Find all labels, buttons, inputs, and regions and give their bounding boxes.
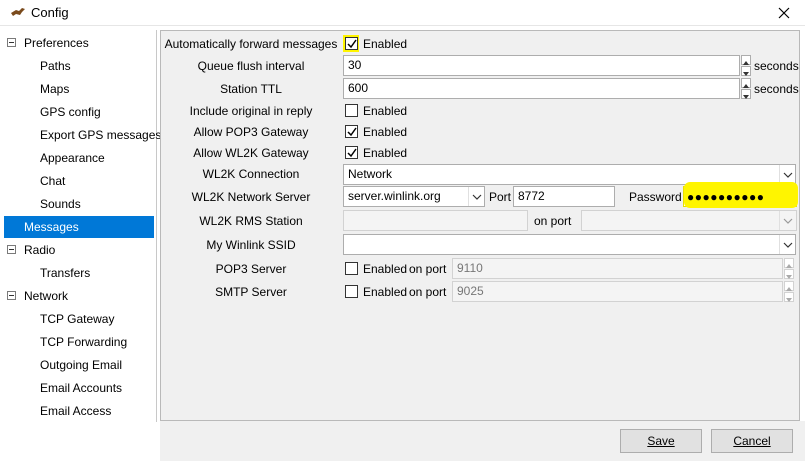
include-original-enabled-label: Enabled bbox=[363, 104, 408, 118]
auto-forward-label: Automatically forward messages bbox=[164, 37, 338, 51]
chevron-down-icon bbox=[783, 242, 792, 248]
cancel-button-label: Cancel bbox=[733, 434, 771, 448]
tree-item-gps-config[interactable]: GPS config bbox=[40, 101, 101, 123]
allow-pop3-enabled-label: Enabled bbox=[363, 125, 408, 139]
tree-item-email-accounts[interactable]: Email Accounts bbox=[40, 377, 122, 399]
dialog-button-bar: Save Cancel bbox=[160, 421, 805, 461]
settings-tree: Preferences Paths Maps GPS config Export… bbox=[0, 30, 161, 422]
pop3-port-spinner[interactable] bbox=[784, 258, 794, 279]
spin-down-icon bbox=[743, 72, 749, 76]
queue-flush-label: Queue flush interval bbox=[197, 59, 305, 73]
close-icon bbox=[778, 7, 790, 19]
wl2k-server-dropdown-button[interactable] bbox=[468, 187, 484, 206]
allow-wl2k-enabled-label: Enabled bbox=[363, 146, 408, 160]
chevron-down-icon bbox=[783, 218, 792, 224]
queue-flush-input[interactable]: 30 bbox=[343, 55, 740, 76]
queue-flush-spinner[interactable] bbox=[741, 55, 751, 76]
smtp-port-input[interactable]: 9025 bbox=[452, 281, 783, 302]
wl2k-server-label: WL2K Network Server bbox=[191, 190, 311, 204]
spin-down-icon bbox=[786, 298, 792, 302]
pop3-server-label: POP3 Server bbox=[215, 262, 287, 276]
wl2k-connection-value: Network bbox=[348, 167, 393, 181]
station-ttl-spinner[interactable] bbox=[741, 78, 751, 99]
wl2k-rms-port-select[interactable] bbox=[581, 210, 797, 231]
wl2k-rms-label: WL2K RMS Station bbox=[199, 214, 303, 228]
check-icon bbox=[347, 127, 357, 137]
tree-item-appearance[interactable]: Appearance bbox=[40, 147, 105, 169]
collapse-icon[interactable] bbox=[7, 245, 16, 254]
smtp-server-checkbox[interactable] bbox=[345, 285, 358, 298]
wl2k-rms-input[interactable] bbox=[343, 210, 528, 231]
tree-item-sounds[interactable]: Sounds bbox=[40, 193, 81, 215]
smtp-enabled-label: Enabled bbox=[363, 285, 408, 299]
wl2k-rms-port-dropdown-button[interactable] bbox=[779, 211, 795, 230]
wl2k-port-input[interactable]: 8772 bbox=[513, 186, 615, 207]
auto-forward-enabled-label: Enabled bbox=[363, 37, 408, 51]
smtp-on-port-label: on port bbox=[409, 285, 447, 299]
title-bar: Config bbox=[0, 0, 805, 26]
station-ttl-unit: seconds bbox=[754, 82, 799, 96]
station-ttl-label: Station TTL bbox=[220, 82, 282, 96]
app-icon bbox=[11, 8, 25, 16]
tree-item-chat[interactable]: Chat bbox=[40, 170, 65, 192]
tree-item-tcp-forwarding[interactable]: TCP Forwarding bbox=[40, 331, 127, 353]
close-button[interactable] bbox=[763, 0, 805, 26]
include-original-label: Include original in reply bbox=[189, 104, 313, 118]
password-label: Password bbox=[629, 190, 682, 204]
allow-pop3-checkbox[interactable] bbox=[345, 125, 358, 138]
check-icon bbox=[347, 148, 357, 158]
messages-settings-panel: Automatically forward messages Enabled Q… bbox=[160, 30, 800, 421]
tree-item-network[interactable]: Network bbox=[24, 285, 68, 307]
wl2k-server-value: server.winlink.org bbox=[348, 189, 441, 203]
collapse-icon[interactable] bbox=[7, 291, 16, 300]
save-button[interactable]: Save bbox=[620, 429, 702, 453]
tree-item-outgoing-email[interactable]: Outgoing Email bbox=[40, 354, 122, 376]
pop3-enabled-label: Enabled bbox=[363, 262, 408, 276]
check-icon bbox=[347, 39, 357, 49]
allow-wl2k-checkbox[interactable] bbox=[345, 146, 358, 159]
chevron-down-icon bbox=[783, 172, 792, 178]
pop3-on-port-label: on port bbox=[409, 262, 447, 276]
tree-item-preferences[interactable]: Preferences bbox=[24, 32, 89, 54]
collapse-icon[interactable] bbox=[7, 38, 16, 47]
spin-down-icon bbox=[743, 95, 749, 99]
auto-forward-checkbox[interactable] bbox=[345, 37, 358, 50]
port-label: Port bbox=[489, 190, 512, 204]
tree-item-paths[interactable]: Paths bbox=[40, 55, 71, 77]
tree-item-email-access[interactable]: Email Access bbox=[40, 400, 111, 422]
tree-item-export-gps-messages[interactable]: Export GPS messages bbox=[40, 124, 161, 146]
wl2k-server-combo[interactable]: server.winlink.org bbox=[343, 186, 485, 207]
pop3-port-input[interactable]: 9110 bbox=[452, 258, 783, 279]
wl2k-password-value: ●●●●●●●●●● bbox=[687, 190, 765, 204]
allow-wl2k-label: Allow WL2K Gateway bbox=[193, 146, 309, 160]
tree-item-tcp-gateway[interactable]: TCP Gateway bbox=[40, 308, 114, 330]
save-button-label: Save bbox=[647, 434, 675, 448]
tree-item-messages[interactable]: Messages bbox=[4, 216, 154, 238]
pop3-server-checkbox[interactable] bbox=[345, 262, 358, 275]
allow-pop3-label: Allow POP3 Gateway bbox=[193, 125, 309, 139]
station-ttl-input[interactable]: 600 bbox=[343, 78, 740, 99]
winlink-ssid-select[interactable] bbox=[343, 234, 796, 255]
chevron-down-icon bbox=[472, 194, 481, 200]
queue-flush-unit: seconds bbox=[754, 59, 799, 73]
wl2k-connection-label: WL2K Connection bbox=[202, 167, 300, 181]
smtp-port-spinner[interactable] bbox=[784, 281, 794, 302]
spin-down-icon bbox=[786, 275, 792, 279]
window-title: Config bbox=[31, 5, 69, 20]
winlink-ssid-dropdown-button[interactable] bbox=[779, 235, 795, 254]
smtp-server-label: SMTP Server bbox=[215, 285, 287, 299]
cancel-button[interactable]: Cancel bbox=[711, 429, 793, 453]
tree-item-maps[interactable]: Maps bbox=[40, 78, 69, 100]
include-original-checkbox[interactable] bbox=[345, 104, 358, 117]
winlink-ssid-label: My Winlink SSID bbox=[206, 238, 296, 252]
tree-item-transfers[interactable]: Transfers bbox=[40, 262, 90, 284]
rms-on-port-label: on port bbox=[534, 214, 572, 228]
tree-item-radio[interactable]: Radio bbox=[24, 239, 55, 261]
